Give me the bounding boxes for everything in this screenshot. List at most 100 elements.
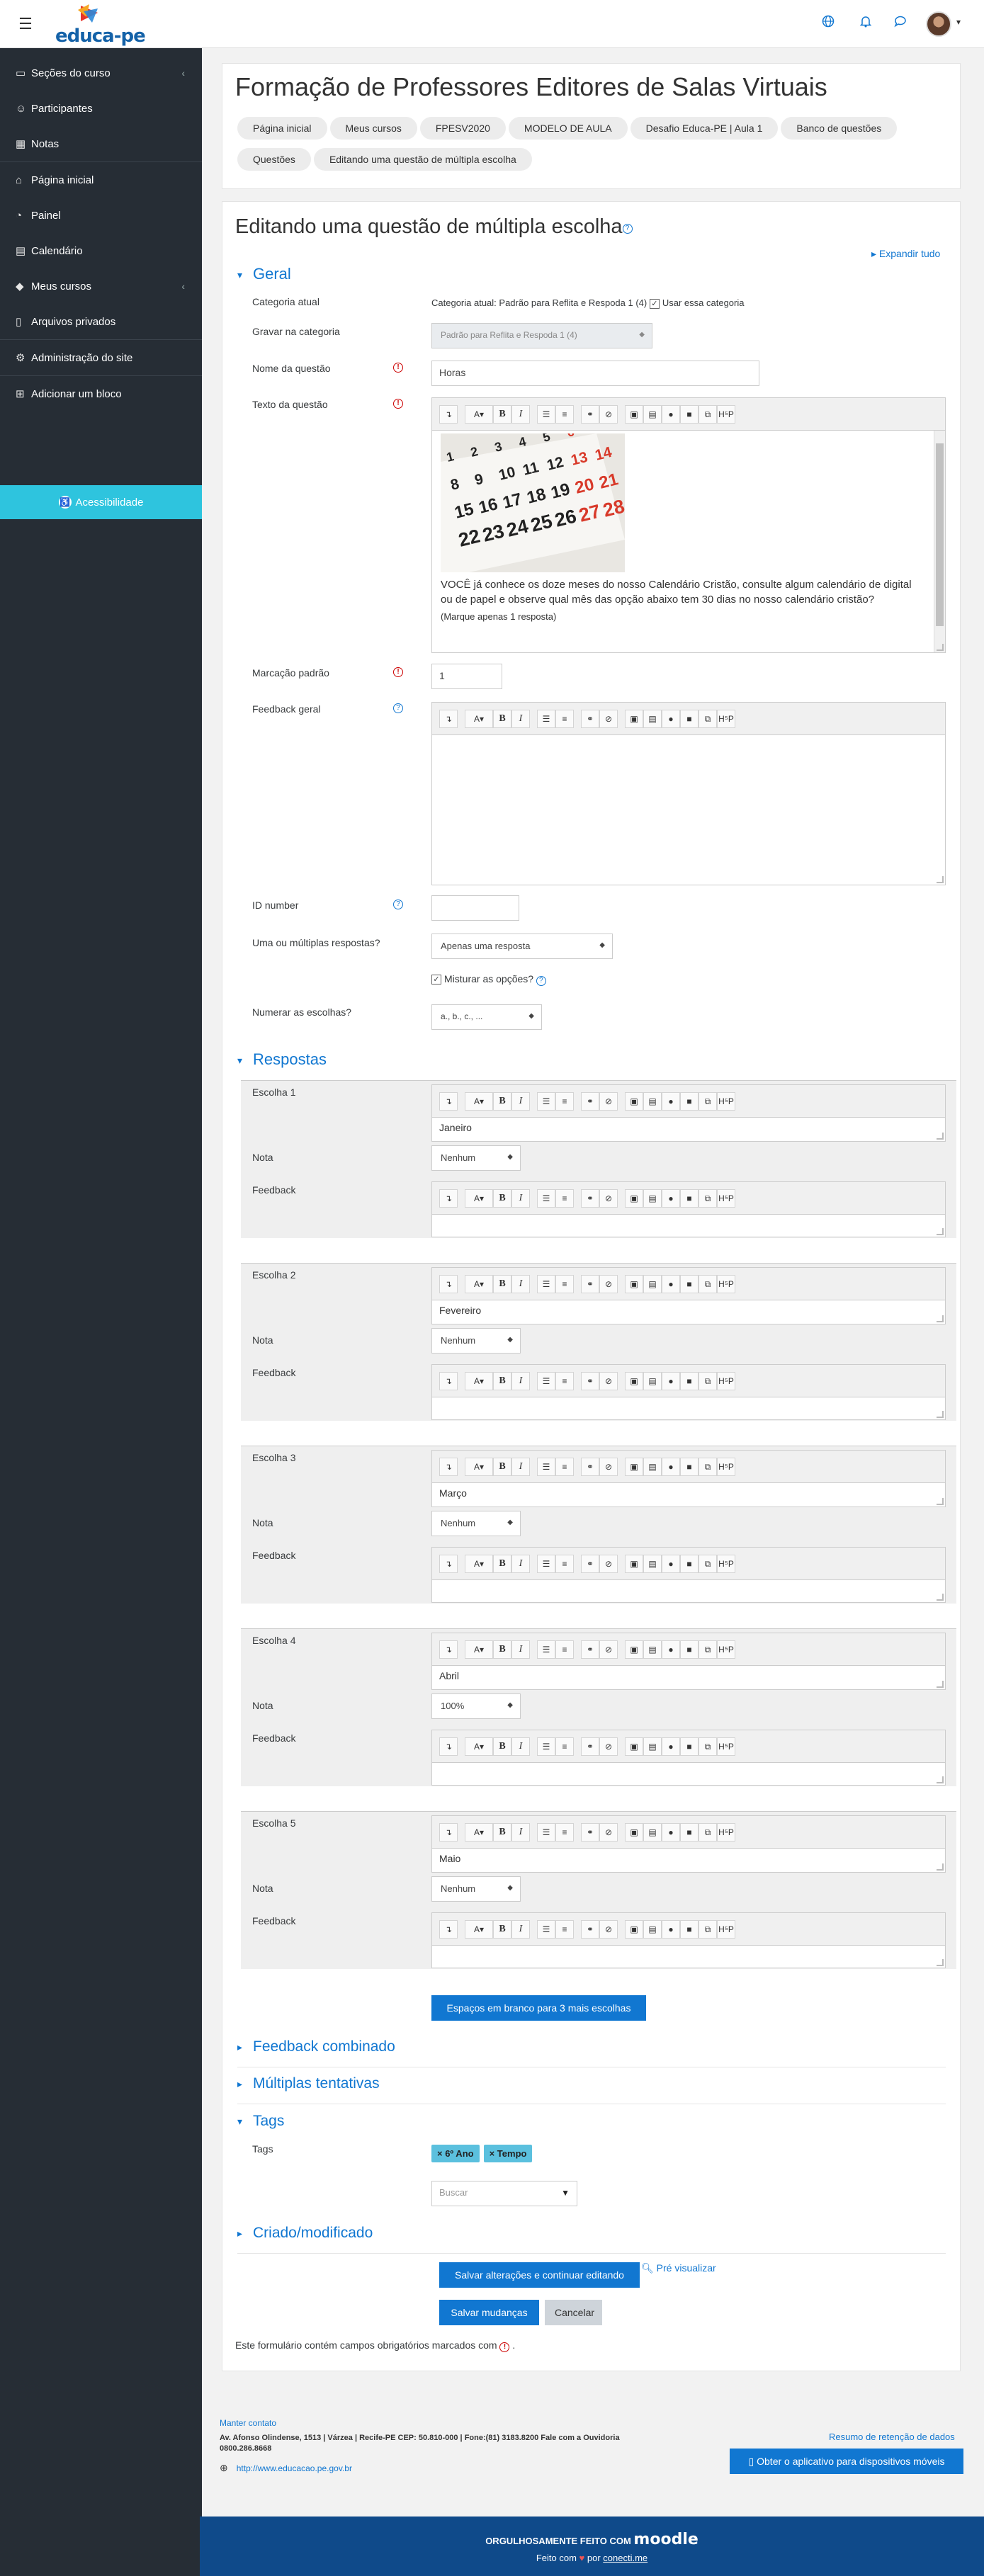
media-icon[interactable]: ▤ <box>643 404 662 424</box>
microphone-icon[interactable]: ● <box>662 1091 680 1111</box>
video-icon[interactable]: ■ <box>680 1919 699 1939</box>
resize-grip[interactable] <box>937 1228 944 1235</box>
footer-site[interactable]: ⊕ http://www.educacao.pe.gov.br <box>220 2462 352 2474</box>
font-style-icon[interactable]: A▾ <box>465 404 493 424</box>
drawer-item-arquivos[interactable]: ▯ Arquivos privados <box>0 304 202 339</box>
unlink-icon[interactable]: ⊘ <box>599 1919 618 1939</box>
resize-grip[interactable] <box>937 644 944 651</box>
add-blanks-button[interactable]: Espaços em branco para 3 mais escolhas <box>431 1995 646 2021</box>
unlink-icon[interactable]: ⊘ <box>599 1737 618 1756</box>
italic-icon[interactable]: I <box>511 1371 530 1390</box>
resize-grip[interactable] <box>937 1411 944 1418</box>
ordered-list-icon[interactable]: ≡ <box>555 1554 574 1573</box>
unlink-icon[interactable]: ⊘ <box>599 1554 618 1573</box>
image-icon[interactable]: ▣ <box>625 709 643 728</box>
tag-item[interactable]: × 6º Ano <box>431 2145 480 2162</box>
media-icon[interactable]: ▤ <box>643 1091 662 1111</box>
microphone-icon[interactable]: ● <box>662 1457 680 1476</box>
drawer-item-notas[interactable]: ▦ Notas <box>0 126 202 161</box>
breadcrumb-item[interactable]: Meus cursos <box>329 117 417 140</box>
microphone-icon[interactable]: ● <box>662 1737 680 1756</box>
ordered-list-icon[interactable]: ≡ <box>555 1274 574 1293</box>
chat-icon[interactable] <box>891 14 910 33</box>
help-icon[interactable]: ? <box>393 703 403 713</box>
choice-text[interactable]: Janeiro <box>432 1118 945 1141</box>
font-style-icon[interactable]: A▾ <box>465 1640 493 1659</box>
unordered-list-icon[interactable]: ☰ <box>537 1919 555 1939</box>
video-icon[interactable]: ■ <box>680 1371 699 1390</box>
drawer-item-participantes[interactable]: ☺ Participantes <box>0 91 202 126</box>
toolbar-toggle-icon[interactable]: ↴ <box>439 709 458 728</box>
user-avatar[interactable] <box>926 11 951 37</box>
resize-grip[interactable] <box>937 1498 944 1505</box>
drawer-item-secoes[interactable]: ▭ Seções do curso ‹ <box>0 55 202 91</box>
toolbar-toggle-icon[interactable]: ↴ <box>439 1188 458 1208</box>
unlink-icon[interactable]: ⊘ <box>599 1188 618 1208</box>
image-icon[interactable]: ▣ <box>625 1457 643 1476</box>
video-icon[interactable]: ■ <box>680 1822 699 1842</box>
resize-grip[interactable] <box>937 1594 944 1601</box>
copy-icon[interactable]: ⧉ <box>699 1371 717 1390</box>
microphone-icon[interactable]: ● <box>662 1371 680 1390</box>
help-icon[interactable]: ? <box>393 900 403 909</box>
chevron-down-icon[interactable]: ▾ <box>956 17 961 27</box>
font-style-icon[interactable]: A▾ <box>465 1737 493 1756</box>
choice-feedback-text[interactable] <box>432 1397 945 1419</box>
choice-editor[interactable]: ↴ A▾ B I ☰ ≡ ⚭ ⊘ ▣ ▤ ● ■ ⧉ H⁵P Fevereiro <box>431 1267 946 1324</box>
copy-icon[interactable]: ⧉ <box>699 1822 717 1842</box>
drawer-item-pagina-inicial[interactable]: ⌂ Página inicial <box>0 162 202 198</box>
copy-icon[interactable]: ⧉ <box>699 1737 717 1756</box>
texto-editor[interactable]: ↴ A▾BI ☰≡ ⚭⊘ ▣▤●■⧉H⁵P 123456789101112131… <box>431 397 946 653</box>
italic-icon[interactable]: I <box>511 1188 530 1208</box>
media-icon[interactable]: ▤ <box>643 1737 662 1756</box>
link-icon[interactable]: ⚭ <box>581 1919 599 1939</box>
section-geral-toggle[interactable]: ▾ Geral <box>237 265 291 283</box>
drawer-item-add-block[interactable]: ⊞ Adicionar um bloco <box>0 376 202 412</box>
link-icon[interactable]: ⚭ <box>581 1457 599 1476</box>
drawer-item-meus-cursos[interactable]: ◆ Meus cursos ‹ <box>0 268 202 304</box>
ordered-list-icon[interactable]: ≡ <box>555 1822 574 1842</box>
media-icon[interactable]: ▤ <box>643 1371 662 1390</box>
link-icon[interactable]: ⚭ <box>581 1554 599 1573</box>
copy-icon[interactable]: ⧉ <box>699 1457 717 1476</box>
usar-categoria-checkbox[interactable]: ✓ <box>649 298 660 309</box>
section-criado-toggle[interactable]: ▸ Criado/modificado <box>237 2225 373 2242</box>
link-icon[interactable]: ⚭ <box>581 709 599 728</box>
microphone-icon[interactable]: ● <box>662 404 680 424</box>
copy-icon[interactable]: ⧉ <box>699 1554 717 1573</box>
toolbar-toggle-icon[interactable]: ↴ <box>439 1919 458 1939</box>
feedback-geral-content[interactable] <box>432 735 945 885</box>
toolbar-toggle-icon[interactable]: ↴ <box>439 1371 458 1390</box>
choice-feedback-text[interactable] <box>432 1763 945 1785</box>
drawer-item-admin[interactable]: ⚙ Administração do site <box>0 340 202 375</box>
copy-icon[interactable]: ⧉ <box>699 1091 717 1111</box>
bold-icon[interactable]: B <box>493 1737 511 1756</box>
copy-icon[interactable]: ⧉ <box>699 404 717 424</box>
section-feedback-combinado-toggle[interactable]: ▸ Feedback combinado <box>237 2038 395 2055</box>
ordered-list-icon[interactable]: ≡ <box>555 1371 574 1390</box>
globe-icon[interactable] <box>819 14 837 33</box>
copy-icon[interactable]: ⧉ <box>699 1274 717 1293</box>
toolbar-toggle-icon[interactable]: ↴ <box>439 1091 458 1111</box>
scrollbar-thumb[interactable] <box>936 443 944 626</box>
media-icon[interactable]: ▤ <box>643 1640 662 1659</box>
resize-grip[interactable] <box>937 876 944 883</box>
h5p-icon[interactable]: H⁵P <box>717 1188 735 1208</box>
image-icon[interactable]: ▣ <box>625 1919 643 1939</box>
image-icon[interactable]: ▣ <box>625 1554 643 1573</box>
font-style-icon[interactable]: A▾ <box>465 1822 493 1842</box>
italic-icon[interactable]: I <box>511 1822 530 1842</box>
copy-icon[interactable]: ⧉ <box>699 1640 717 1659</box>
ordered-list-icon[interactable]: ≡ <box>555 404 574 424</box>
section-tags-toggle[interactable]: ▾ Tags <box>237 2113 284 2130</box>
microphone-icon[interactable]: ● <box>662 1640 680 1659</box>
link-icon[interactable]: ⚭ <box>581 1274 599 1293</box>
choice-feedback-editor[interactable]: ↴ A▾ B I ☰ ≡ ⚭ ⊘ ▣ ▤ ● ■ ⧉ H⁵P <box>431 1730 946 1786</box>
data-retention-link[interactable]: Resumo de retenção de dados <box>829 2432 955 2442</box>
microphone-icon[interactable]: ● <box>662 1822 680 1842</box>
font-style-icon[interactable]: A▾ <box>465 1188 493 1208</box>
image-icon[interactable]: ▣ <box>625 1640 643 1659</box>
preview-link[interactable]: 🔍︎ Pré visualizar <box>641 2262 716 2274</box>
link-icon[interactable]: ⚭ <box>581 1091 599 1111</box>
resize-grip[interactable] <box>937 1681 944 1688</box>
